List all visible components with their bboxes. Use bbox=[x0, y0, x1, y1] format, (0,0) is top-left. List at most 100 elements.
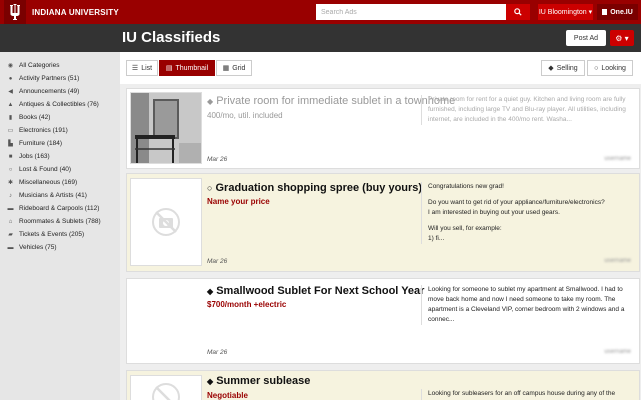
listing-date: Mar 26 bbox=[207, 258, 228, 265]
home-icon: ⌂ bbox=[8, 218, 13, 225]
sidebar-item-all-categories[interactable]: ◉ All Categories bbox=[0, 59, 120, 72]
listing-photo-placeholder[interactable] bbox=[130, 375, 202, 400]
post-ad-button[interactable]: Post Ad bbox=[566, 30, 606, 46]
view-list-button[interactable]: ☰ List bbox=[126, 60, 158, 76]
megaphone-icon: ◀ bbox=[8, 89, 13, 95]
sidebar-item-antiques[interactable]: ▲ Antiques & Collectibles (76) bbox=[0, 98, 120, 111]
listing-title[interactable]: ◆ Smallwood Sublet For Next School Year bbox=[207, 285, 424, 297]
category-sidebar: ◉ All Categories ● Activity Partners (51) … bbox=[0, 52, 120, 400]
sidebar-item-roommates[interactable]: ⌂ Roommates & Sublets (788) bbox=[0, 215, 120, 228]
filter-looking-button[interactable]: ○ Looking bbox=[587, 60, 633, 76]
sidebar-item-miscellaneous[interactable]: ✱ Miscellaneous (169) bbox=[0, 176, 120, 189]
search-icon: ○ bbox=[594, 64, 599, 72]
listing-photo-placeholder[interactable] bbox=[130, 178, 202, 266]
view-grid-label: Grid bbox=[232, 64, 246, 72]
view-toolbar: ☰ List ▤ Thumbnail ▦ Grid ◆ Selling ○ Lo… bbox=[120, 52, 641, 84]
listing-title-text: Summer sublease bbox=[216, 375, 311, 387]
filter-selling-button[interactable]: ◆ Selling bbox=[541, 60, 585, 76]
description-line: 1) fi... bbox=[428, 235, 445, 242]
sidebar-item-jobs[interactable]: ■ Jobs (163) bbox=[0, 150, 120, 163]
sidebar-item-label: Musicians & Artists (41) bbox=[19, 192, 87, 199]
search-button[interactable] bbox=[506, 4, 530, 20]
search-icon bbox=[514, 8, 522, 16]
sidebar-item-label: Activity Partners (51) bbox=[19, 75, 80, 82]
main-content: ☰ List ▤ Thumbnail ▦ Grid ◆ Selling ○ Lo… bbox=[120, 52, 641, 400]
sidebar-item-activity-partners[interactable]: ● Activity Partners (51) bbox=[0, 72, 120, 85]
search-input[interactable] bbox=[316, 4, 506, 20]
sidebar-item-label: All Categories bbox=[19, 62, 60, 69]
search-bar bbox=[316, 4, 530, 20]
search-icon: ○ bbox=[8, 166, 13, 173]
filter-looking-label: Looking bbox=[601, 64, 626, 72]
listing-card[interactable]: ◆ Summer sublease Negotiable Looking for… bbox=[126, 370, 640, 400]
listing-title[interactable]: ○ Graduation shopping spree (buy yours) bbox=[207, 182, 422, 194]
listing-date: Mar 26 bbox=[207, 349, 228, 356]
sidebar-item-furniture[interactable]: ▙ Furniture (184) bbox=[0, 137, 120, 150]
search-icon: ○ bbox=[207, 183, 213, 193]
title-bar: IU Classifieds Post Ad ⚙ ▾ bbox=[0, 24, 641, 52]
listing-price: $700/month +electric bbox=[207, 300, 287, 309]
listing-card[interactable]: ○ Graduation shopping spree (buy yours) … bbox=[126, 173, 640, 272]
oneiu-label: One.IU bbox=[610, 8, 633, 16]
no-image-icon bbox=[152, 208, 180, 236]
listing-user[interactable]: username bbox=[604, 156, 631, 162]
campus-dropdown[interactable]: IU Bloomington ▾ bbox=[538, 4, 593, 20]
listing-description: Private room for rent for a quiet guy. K… bbox=[421, 95, 635, 125]
listing-card[interactable]: ◆ Private room for immediate sublet in a… bbox=[126, 88, 640, 169]
description-line: Congratulations new grad! bbox=[428, 183, 504, 190]
sidebar-item-tickets[interactable]: ▰ Tickets & Events (205) bbox=[0, 228, 120, 241]
settings-gear-button[interactable]: ⚙ ▾ bbox=[610, 30, 634, 46]
listing-user[interactable]: username bbox=[604, 349, 631, 355]
oneiu-button[interactable]: One.IU bbox=[597, 4, 638, 20]
book-icon: ▮ bbox=[8, 115, 13, 121]
listing-photo[interactable] bbox=[130, 92, 202, 164]
listing-price: 400/mo, util. included bbox=[207, 111, 283, 120]
list-icon: ☰ bbox=[131, 65, 139, 72]
sidebar-item-label: Tickets & Events (205) bbox=[19, 231, 85, 238]
sidebar-item-label: Electronics (191) bbox=[19, 127, 68, 134]
description-line: Do you want to get rid of your appliance… bbox=[428, 199, 605, 206]
listing-date: Mar 26 bbox=[207, 156, 228, 163]
sidebar-item-announcements[interactable]: ◀ Announcements (49) bbox=[0, 85, 120, 98]
listing-user[interactable]: username bbox=[604, 258, 631, 264]
view-grid-button[interactable]: ▦ Grid bbox=[216, 60, 252, 76]
university-name[interactable]: INDIANA UNIVERSITY bbox=[32, 8, 119, 17]
listing-title[interactable]: ◆ Private room for immediate sublet in a… bbox=[207, 95, 455, 107]
listing-title-text: Graduation shopping spree (buy yours) bbox=[215, 182, 423, 194]
sidebar-item-label: Miscellaneous (169) bbox=[19, 179, 78, 186]
listing-card[interactable]: ◆ Smallwood Sublet For Next School Year … bbox=[126, 278, 640, 364]
view-list-label: List bbox=[141, 64, 153, 72]
music-icon: ♪ bbox=[9, 192, 12, 199]
sidebar-item-label: Jobs (163) bbox=[19, 153, 50, 160]
globe-icon: ◉ bbox=[7, 63, 14, 69]
sidebar-item-electronics[interactable]: ▭ Electronics (191) bbox=[0, 124, 120, 137]
sidebar-item-label: Roommates & Sublets (788) bbox=[19, 218, 101, 225]
tag-icon: ◆ bbox=[548, 65, 554, 72]
thumbnail-icon: ▤ bbox=[165, 65, 173, 72]
listing-photo-placeholder[interactable] bbox=[130, 282, 202, 354]
sidebar-item-musicians[interactable]: ♪ Musicians & Artists (41) bbox=[0, 189, 120, 202]
sidebar-item-label: Announcements (49) bbox=[19, 88, 80, 95]
sidebar-item-label: Antiques & Collectibles (76) bbox=[19, 101, 99, 108]
top-bar: INDIANA UNIVERSITY IU Bloomington ▾ One.… bbox=[0, 0, 641, 24]
listing-description: Congratulations new grad! Do you want to… bbox=[421, 182, 635, 244]
filter-selling-label: Selling bbox=[556, 64, 578, 72]
sidebar-item-label: Lost & Found (40) bbox=[19, 166, 72, 173]
desktop-icon: ▭ bbox=[7, 128, 14, 134]
sidebar-item-lost-found[interactable]: ○ Lost & Found (40) bbox=[0, 163, 120, 176]
ticket-icon: ▰ bbox=[8, 232, 13, 238]
description-line: I am interested in buying out your used … bbox=[428, 209, 560, 216]
page-title[interactable]: IU Classifieds bbox=[122, 29, 220, 46]
listing-title[interactable]: ◆ Summer sublease bbox=[207, 375, 310, 387]
view-thumbnail-button[interactable]: ▤ Thumbnail bbox=[159, 60, 215, 76]
listing-title-text: Private room for immediate sublet in a t… bbox=[216, 95, 456, 107]
sidebar-item-books[interactable]: ▮ Books (42) bbox=[0, 111, 120, 124]
listing-title-text: Smallwood Sublet For Next School Year bbox=[216, 285, 425, 297]
sidebar-item-vehicles[interactable]: ▬ Vehicles (75) bbox=[0, 241, 120, 254]
asterisk-icon: ✱ bbox=[7, 180, 14, 186]
no-image-icon bbox=[152, 383, 180, 400]
iu-trident-logo[interactable] bbox=[4, 0, 26, 24]
sidebar-item-rideboard[interactable]: ▬ Rideboard & Carpools (112) bbox=[0, 202, 120, 215]
listing-description: Looking for subleasers for an off campus… bbox=[421, 389, 635, 400]
truck-icon: ▬ bbox=[7, 244, 14, 251]
